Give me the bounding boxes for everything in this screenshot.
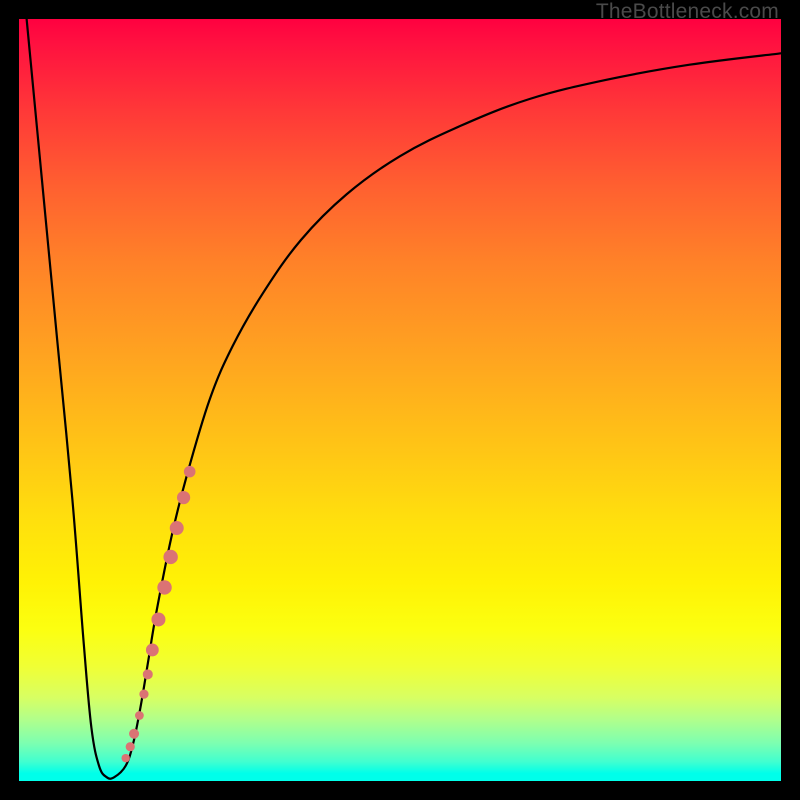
highlight-dot [157,580,171,594]
highlight-dot [135,711,144,720]
highlight-dot [126,742,135,751]
highlight-dot [177,491,190,504]
highlight-dot [151,612,165,626]
highlight-dot [121,754,129,762]
highlight-dot [184,466,196,478]
bottleneck-curve [27,19,781,779]
highlight-dots-group [121,466,195,763]
highlight-dot [143,669,153,679]
highlight-dot [129,729,139,739]
highlight-dot [139,690,148,699]
chart-frame: TheBottleneck.com [0,0,800,800]
chart-svg [19,19,781,781]
highlight-dot [163,550,177,564]
highlight-dot [170,521,184,535]
highlight-dot [146,644,159,657]
watermark-text: TheBottleneck.com [596,0,779,24]
